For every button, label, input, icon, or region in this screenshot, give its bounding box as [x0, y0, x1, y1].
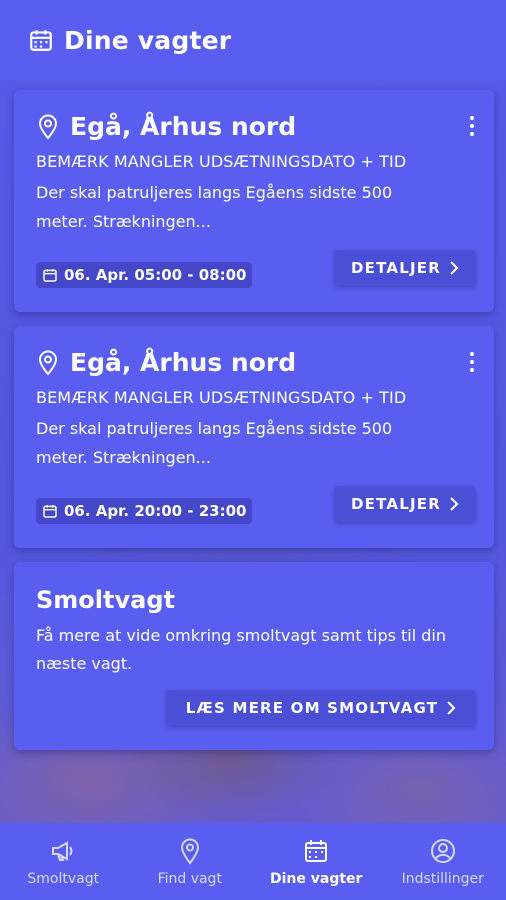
- shift-location: Egå, Århus nord: [70, 348, 297, 377]
- details-button[interactable]: DETALJER: [334, 486, 476, 522]
- shift-notice: BEMÆRK MANGLER UDSÆTNINGSDATO + TID: [36, 388, 407, 407]
- promo-text: Få mere at vide omkring smoltvagt samt t…: [36, 626, 447, 673]
- nav-item-find-vagt[interactable]: Find vagt: [127, 823, 254, 900]
- nav-label: Find vagt: [157, 871, 222, 887]
- nav-item-dine-vagter[interactable]: Dine vagter: [253, 823, 380, 900]
- details-button-label: DETALJER: [351, 259, 441, 277]
- details-button[interactable]: DETALJER: [334, 250, 476, 286]
- shift-location-row: Egå, Århus nord: [36, 112, 296, 141]
- calendar-icon: [42, 267, 58, 283]
- location-pin-icon: [176, 837, 204, 865]
- user-circle-icon: [429, 837, 457, 865]
- nav-item-indstillinger[interactable]: Indstillinger: [380, 823, 506, 900]
- app-header: Dine vagter: [0, 0, 506, 80]
- details-button-label: DETALJER: [351, 495, 441, 513]
- shift-description: Der skal patruljeres langs Egåens sidste…: [36, 183, 393, 231]
- nav-label: Smoltvagt: [27, 871, 100, 887]
- more-options-icon[interactable]: [468, 116, 476, 138]
- shift-notice: BEMÆRK MANGLER UDSÆTNINGSDATO + TID: [36, 152, 407, 171]
- nav-label: Dine vagter: [270, 871, 363, 887]
- calendar-icon: [28, 27, 54, 53]
- more-options-icon[interactable]: [468, 352, 476, 374]
- read-more-button-label: LÆS MERE OM SMOLTVAGT: [185, 699, 439, 717]
- shift-location: Egå, Århus nord: [70, 112, 297, 141]
- chevron-right-icon: [446, 701, 456, 715]
- nav-label: Indstillinger: [401, 871, 484, 887]
- page-title: Dine vagter: [64, 25, 232, 55]
- shift-date: 06. Apr. 05:00 - 08:00: [64, 266, 247, 284]
- bottom-navigation: Smoltvagt Find vagt Dine vagter Indstill…: [0, 823, 506, 900]
- calendar-icon: [42, 503, 58, 519]
- shift-location-row: Egå, Århus nord: [36, 348, 296, 377]
- chevron-right-icon: [449, 261, 459, 275]
- location-pin-icon: [36, 114, 60, 140]
- chevron-right-icon: [449, 497, 459, 511]
- shift-card[interactable]: Egå, Århus nord BEMÆRK MANGLER UDSÆTNING…: [14, 326, 494, 548]
- shift-date-chip: 06. Apr. 05:00 - 08:00: [36, 262, 253, 288]
- shift-date-chip: 06. Apr. 20:00 - 23:00: [36, 498, 253, 524]
- shift-date: 06. Apr. 20:00 - 23:00: [64, 502, 247, 520]
- location-pin-icon: [36, 350, 60, 376]
- shift-description: Der skal patruljeres langs Egåens sidste…: [36, 419, 393, 467]
- read-more-button[interactable]: LÆS MERE OM SMOLTVAGT: [166, 690, 476, 726]
- calendar-icon: [302, 837, 330, 865]
- smoltvagt-promo-card: Smoltvagt Få mere at vide omkring smoltv…: [14, 562, 494, 750]
- nav-item-smoltvagt[interactable]: Smoltvagt: [0, 823, 127, 900]
- shift-card[interactable]: Egå, Århus nord BEMÆRK MANGLER UDSÆTNING…: [14, 90, 494, 312]
- promo-title: Smoltvagt: [36, 586, 175, 614]
- megaphone-icon: [49, 837, 77, 865]
